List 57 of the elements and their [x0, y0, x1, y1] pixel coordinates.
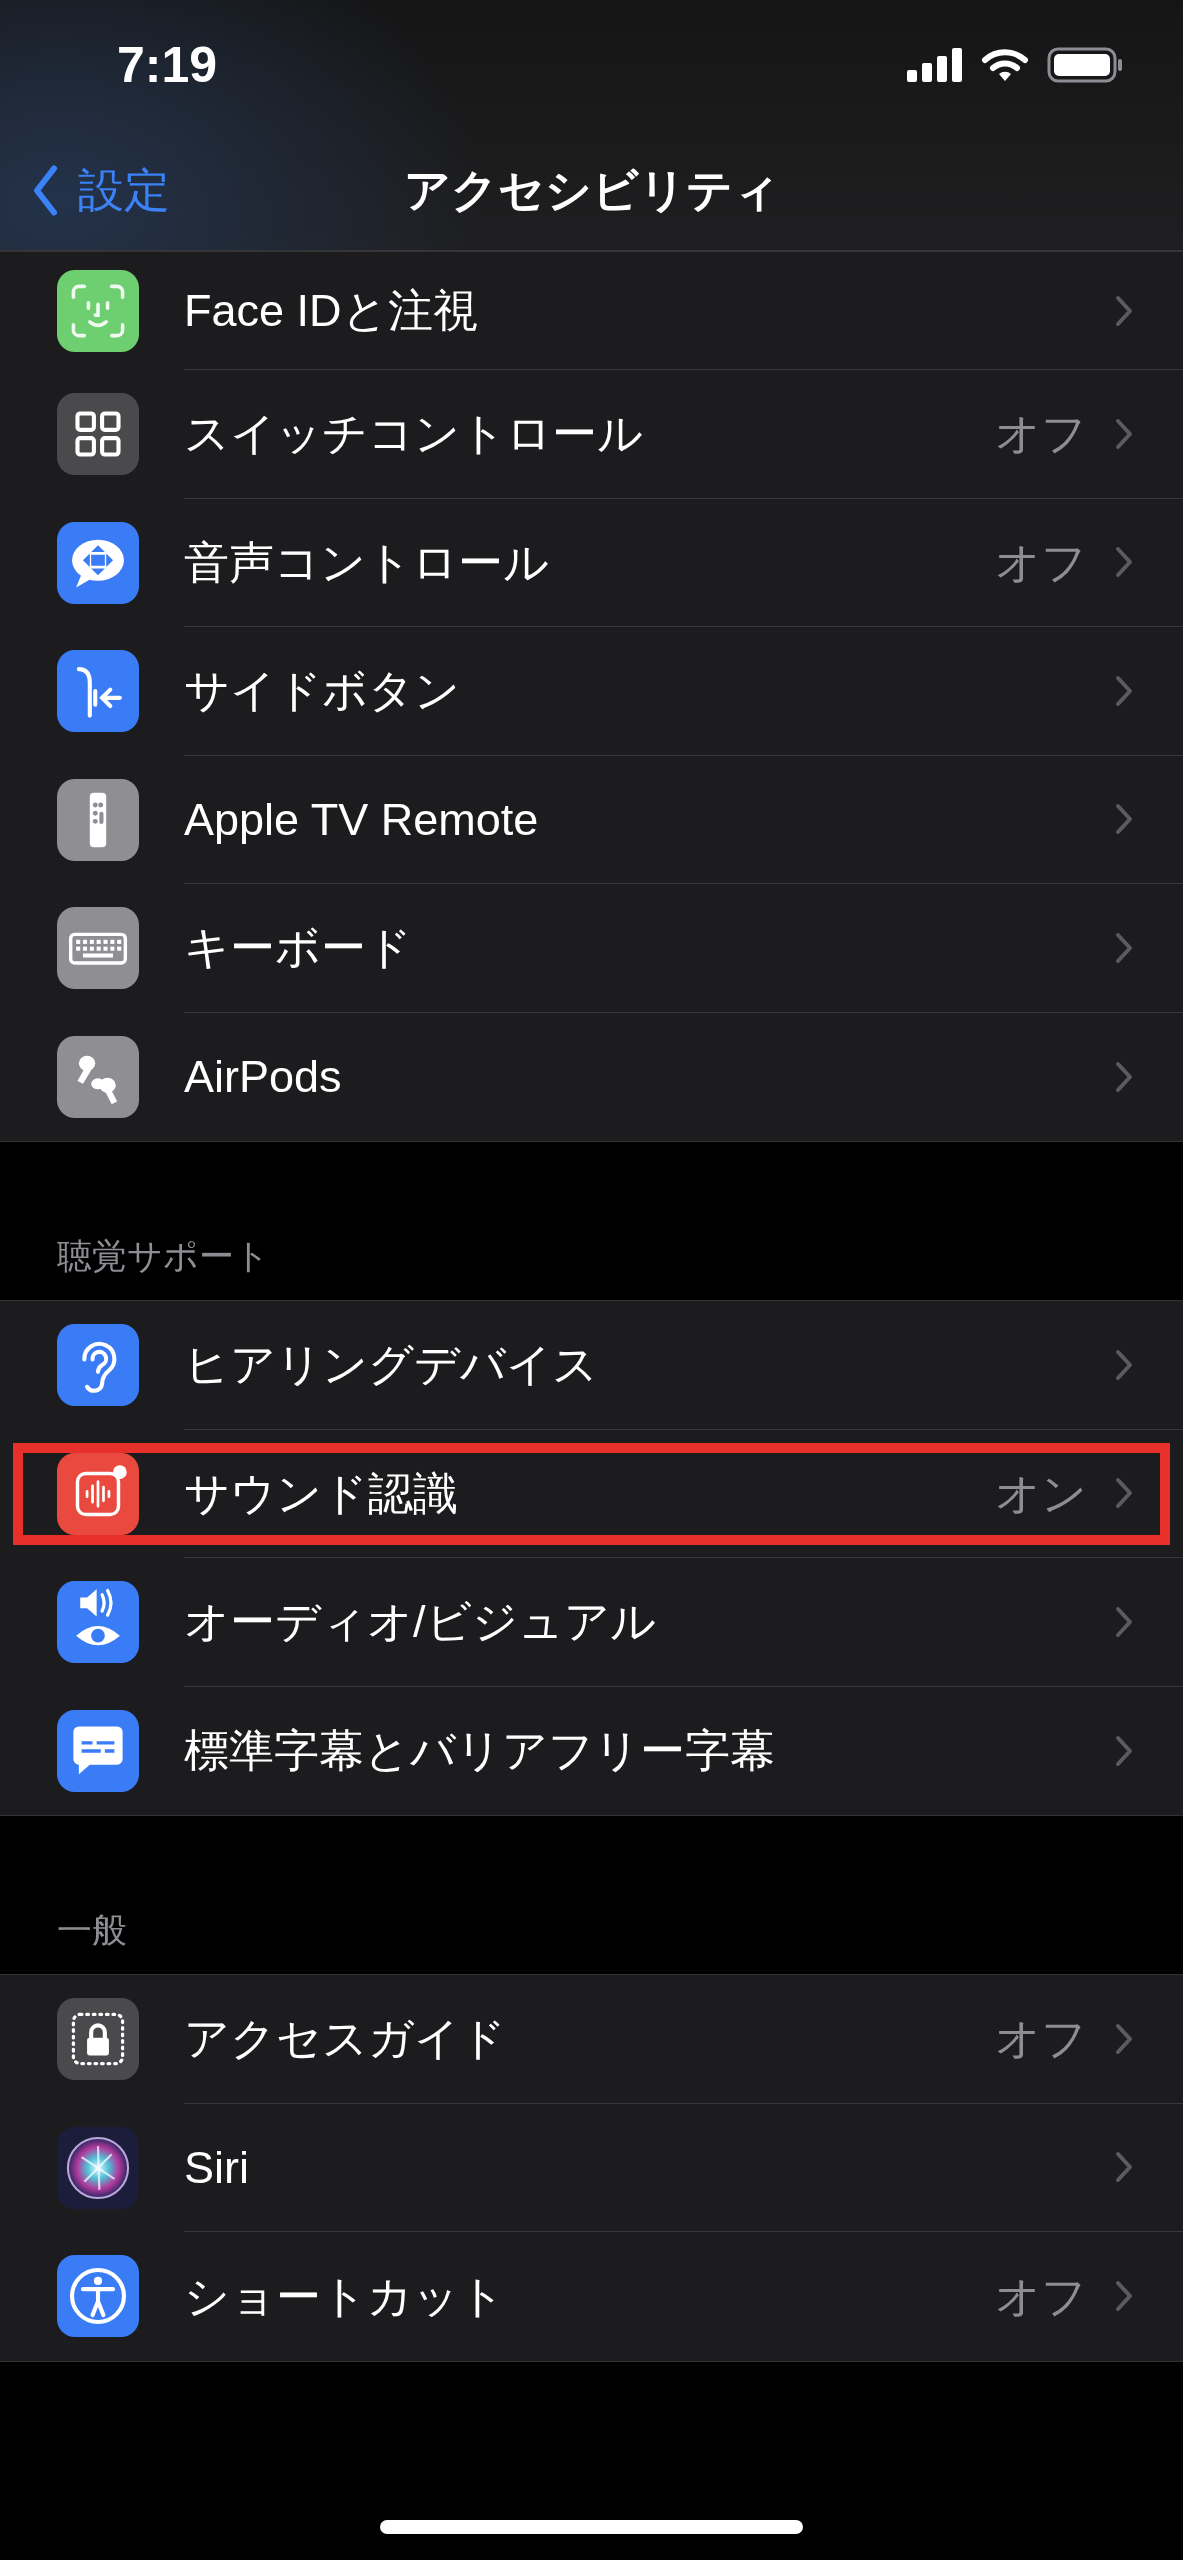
- remote-icon: [57, 778, 139, 861]
- status-value: オフ: [995, 407, 1087, 461]
- chevron-icon: [1115, 931, 1133, 964]
- section-header: 一般: [57, 1908, 127, 1951]
- chevron-icon: [1115, 546, 1133, 579]
- row-label: Apple TV Remote: [184, 792, 540, 847]
- page-title: アクセシビリティ: [403, 162, 780, 218]
- back-button[interactable]: 設定: [32, 155, 170, 225]
- signal-icon: [907, 48, 963, 82]
- chevron-icon: [1115, 2151, 1133, 2184]
- lock-icon: [57, 1998, 139, 2081]
- row-label: オーディオ/ビジュアル: [184, 1595, 657, 1649]
- status-time: 7:19: [117, 35, 218, 95]
- section-header: 聴覚サポート: [57, 1234, 270, 1277]
- row-label: キーボード: [184, 921, 413, 975]
- chevron-icon: [1115, 1060, 1133, 1093]
- chevron-icon: [1115, 2022, 1133, 2055]
- row-label: スイッチコントロール: [184, 407, 644, 461]
- wifi-icon: [981, 47, 1029, 83]
- status-value: オフ: [995, 2012, 1087, 2066]
- row-label: アクセスガイド: [184, 2012, 507, 2066]
- orb-icon: [57, 2126, 139, 2209]
- status-value: オフ: [995, 535, 1087, 590]
- chevron-icon: [1115, 294, 1133, 327]
- chevron-icon: [1115, 1348, 1133, 1381]
- row-label: サウンド認識: [184, 1466, 459, 1521]
- side-button-icon: [57, 650, 139, 733]
- row-label: ショートカット: [184, 2269, 506, 2324]
- face-id-icon: [57, 270, 139, 352]
- chevron-icon: [1115, 417, 1133, 450]
- chevron-icon: [1115, 1734, 1133, 1767]
- accessibility-icon: [57, 2255, 139, 2338]
- row-label: Siri: [184, 2140, 250, 2195]
- sound-wave-icon: [57, 1452, 139, 1535]
- back-chevron-icon: [32, 164, 58, 216]
- earbuds-icon: [57, 1035, 139, 1118]
- row-label: ヒアリングデバイス: [184, 1338, 599, 1392]
- ear-icon: [57, 1324, 139, 1407]
- row-label: 標準字幕とバリアフリー字幕: [184, 1724, 776, 1778]
- status-value: オフ: [995, 2269, 1087, 2324]
- keyboard-icon: [57, 907, 139, 990]
- speech-bubble-icon: [57, 521, 139, 604]
- status-value: オン: [995, 1466, 1087, 1521]
- chevron-icon: [1115, 674, 1133, 707]
- battery-icon: [1047, 47, 1123, 83]
- chevron-icon: [1115, 803, 1133, 836]
- row-label: サイドボタン: [184, 664, 461, 718]
- speaker-eye-icon: [57, 1581, 139, 1664]
- row-label: Face IDと注視: [184, 283, 479, 338]
- row-label: 音声コントロール: [184, 535, 550, 590]
- chevron-icon: [1115, 1477, 1133, 1510]
- caption-bubble-icon: [57, 1709, 139, 1792]
- chevron-icon: [1115, 1605, 1133, 1638]
- row-label: AirPods: [184, 1050, 343, 1104]
- home-indicator[interactable]: [380, 2520, 803, 2534]
- grid-icon: [57, 393, 139, 476]
- chevron-icon: [1115, 2280, 1133, 2313]
